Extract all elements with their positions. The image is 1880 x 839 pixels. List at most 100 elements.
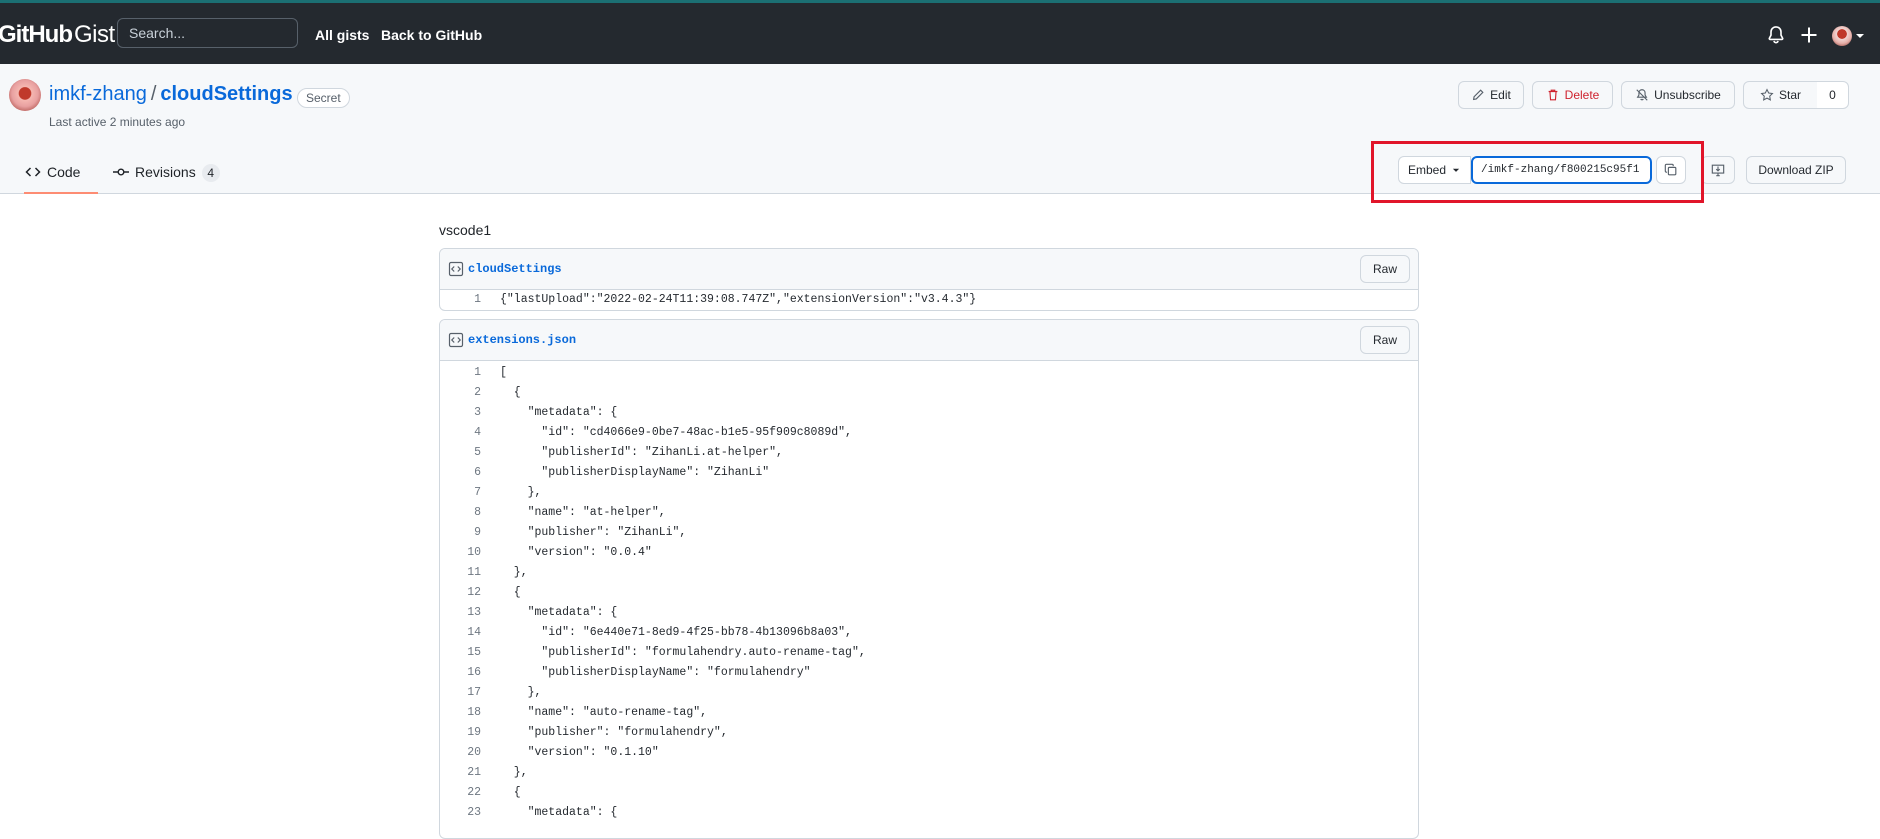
- line-number[interactable]: 7: [440, 483, 500, 503]
- gist-title: imkf-zhang / cloudSettings: [49, 83, 293, 106]
- code-line: 7 },: [440, 483, 1418, 503]
- line-content: "publisherId": "formulahendry.auto-renam…: [500, 646, 866, 659]
- line-number[interactable]: 21: [440, 763, 500, 783]
- line-number[interactable]: 6: [440, 463, 500, 483]
- line-content: "metadata": {: [500, 406, 618, 419]
- gist-name-link[interactable]: cloudSettings: [160, 83, 292, 105]
- edit-button[interactable]: Edit: [1458, 81, 1524, 109]
- file-name-link[interactable]: cloudSettings: [468, 262, 562, 276]
- star-count[interactable]: 0: [1817, 81, 1849, 109]
- file-header: extensions.json Raw: [440, 320, 1418, 361]
- open-in-desktop-button[interactable]: [1701, 156, 1735, 184]
- embed-url-input[interactable]: [1471, 156, 1652, 184]
- line-content: "metadata": {: [500, 606, 618, 619]
- plus-icon[interactable]: [1799, 25, 1819, 45]
- star-icon: [1760, 88, 1774, 101]
- line-content: "version": "0.0.4": [500, 546, 652, 559]
- all-gists-link[interactable]: All gists: [315, 27, 369, 43]
- delete-button[interactable]: Delete: [1532, 81, 1613, 109]
- code-line: 2 {: [440, 383, 1418, 403]
- embed-dropdown-button[interactable]: Embed: [1398, 156, 1471, 184]
- line-content: {: [500, 586, 521, 599]
- line-number[interactable]: 20: [440, 743, 500, 763]
- embed-label: Embed: [1407, 163, 1447, 177]
- logo-github-text: GitHub: [0, 21, 73, 48]
- delete-label: Delete: [1564, 88, 1600, 102]
- edit-label: Edit: [1490, 88, 1511, 102]
- copy-icon: [1664, 163, 1677, 176]
- code-line: 1 {"lastUpload":"2022-02-24T11:39:08.747Z…: [440, 290, 1418, 310]
- file-name-link[interactable]: extensions.json: [468, 333, 576, 347]
- download-zip-button[interactable]: Download ZIP: [1746, 156, 1846, 184]
- line-number[interactable]: 16: [440, 663, 500, 683]
- trash-icon: [1548, 89, 1558, 101]
- line-number[interactable]: 18: [440, 703, 500, 723]
- star-label: Star: [1778, 88, 1801, 102]
- code-line: 9 "publisher": "ZihanLi",: [440, 523, 1418, 543]
- git-commit-icon: [113, 168, 129, 176]
- line-content: "publisherId": "ZihanLi.at-helper",: [500, 446, 783, 459]
- chevron-down-icon[interactable]: [1856, 34, 1864, 38]
- triangle-down-icon: [1452, 168, 1460, 172]
- github-gist-logo[interactable]: GitHubGist: [0, 21, 115, 49]
- line-number[interactable]: 15: [440, 643, 500, 663]
- code-line: 13 "metadata": {: [440, 603, 1418, 623]
- code-line: 1[: [440, 363, 1418, 383]
- tab-code[interactable]: Code: [24, 160, 98, 194]
- line-number[interactable]: 19: [440, 723, 500, 743]
- code-line: 8 "name": "at-helper",: [440, 503, 1418, 523]
- line-number[interactable]: 12: [440, 583, 500, 603]
- line-content: [: [500, 366, 507, 379]
- file-box-cloudsettings: cloudSettings Raw 1 {"lastUpload":"2022-0…: [439, 248, 1419, 311]
- line-number[interactable]: 3: [440, 403, 500, 423]
- copy-button[interactable]: [1656, 156, 1686, 184]
- line-number[interactable]: 4: [440, 423, 500, 443]
- back-to-github-link[interactable]: Back to GitHub: [381, 27, 482, 43]
- line-content: },: [500, 686, 542, 699]
- code-line: 20 "version": "0.1.10": [440, 743, 1418, 763]
- line-content: "metadata": {: [500, 806, 618, 819]
- line-number[interactable]: 22: [440, 783, 500, 803]
- line-number[interactable]: 1: [440, 290, 500, 310]
- download-zip-label: Download ZIP: [1758, 163, 1834, 177]
- line-number[interactable]: 13: [440, 603, 500, 623]
- code-line: 23 "metadata": {: [440, 803, 1418, 823]
- bell-icon[interactable]: [1766, 25, 1786, 45]
- star-button[interactable]: Star: [1743, 81, 1818, 109]
- line-number[interactable]: 10: [440, 543, 500, 563]
- line-content: "publisher": "formulahendry",: [500, 726, 728, 739]
- line-number[interactable]: 17: [440, 683, 500, 703]
- line-content: {: [500, 786, 521, 799]
- secret-badge: Secret: [297, 88, 350, 108]
- unsubscribe-button[interactable]: Unsubscribe: [1621, 81, 1735, 109]
- line-number[interactable]: 23: [440, 803, 500, 823]
- code-line: 11 },: [440, 563, 1418, 583]
- code-line: 19 "publisher": "formulahendry",: [440, 723, 1418, 743]
- pencil-icon: [1473, 89, 1484, 101]
- last-active-text: Last active 2 minutes ago: [49, 115, 186, 129]
- line-number[interactable]: 14: [440, 623, 500, 643]
- search-input[interactable]: [117, 18, 298, 48]
- code-line: 14 "id": "6e440e71-8ed9-4f25-bb78-4b1309…: [440, 623, 1418, 643]
- code-line: 21 },: [440, 763, 1418, 783]
- code-line: 4 "id": "cd4066e9-0be7-48ac-b1e5-95f909c…: [440, 423, 1418, 443]
- line-content: },: [500, 486, 542, 499]
- line-number[interactable]: 9: [440, 523, 500, 543]
- file-code-icon: [448, 261, 464, 277]
- user-avatar[interactable]: [1832, 26, 1852, 46]
- line-number[interactable]: 2: [440, 383, 500, 403]
- tab-revisions[interactable]: Revisions 4: [113, 160, 220, 194]
- line-number[interactable]: 8: [440, 503, 500, 523]
- raw-button[interactable]: Raw: [1360, 255, 1410, 283]
- owner-avatar[interactable]: [9, 79, 41, 111]
- line-number[interactable]: 5: [440, 443, 500, 463]
- line-content: "publisherDisplayName": "ZihanLi": [500, 466, 770, 479]
- line-number[interactable]: 1: [440, 363, 500, 383]
- desktop-download-icon: [1711, 164, 1725, 177]
- line-number[interactable]: 11: [440, 563, 500, 583]
- raw-button[interactable]: Raw: [1360, 326, 1410, 354]
- title-separator: /: [150, 83, 157, 105]
- code-icon: [25, 167, 41, 177]
- owner-link[interactable]: imkf-zhang: [49, 83, 147, 105]
- line-content: },: [500, 766, 528, 779]
